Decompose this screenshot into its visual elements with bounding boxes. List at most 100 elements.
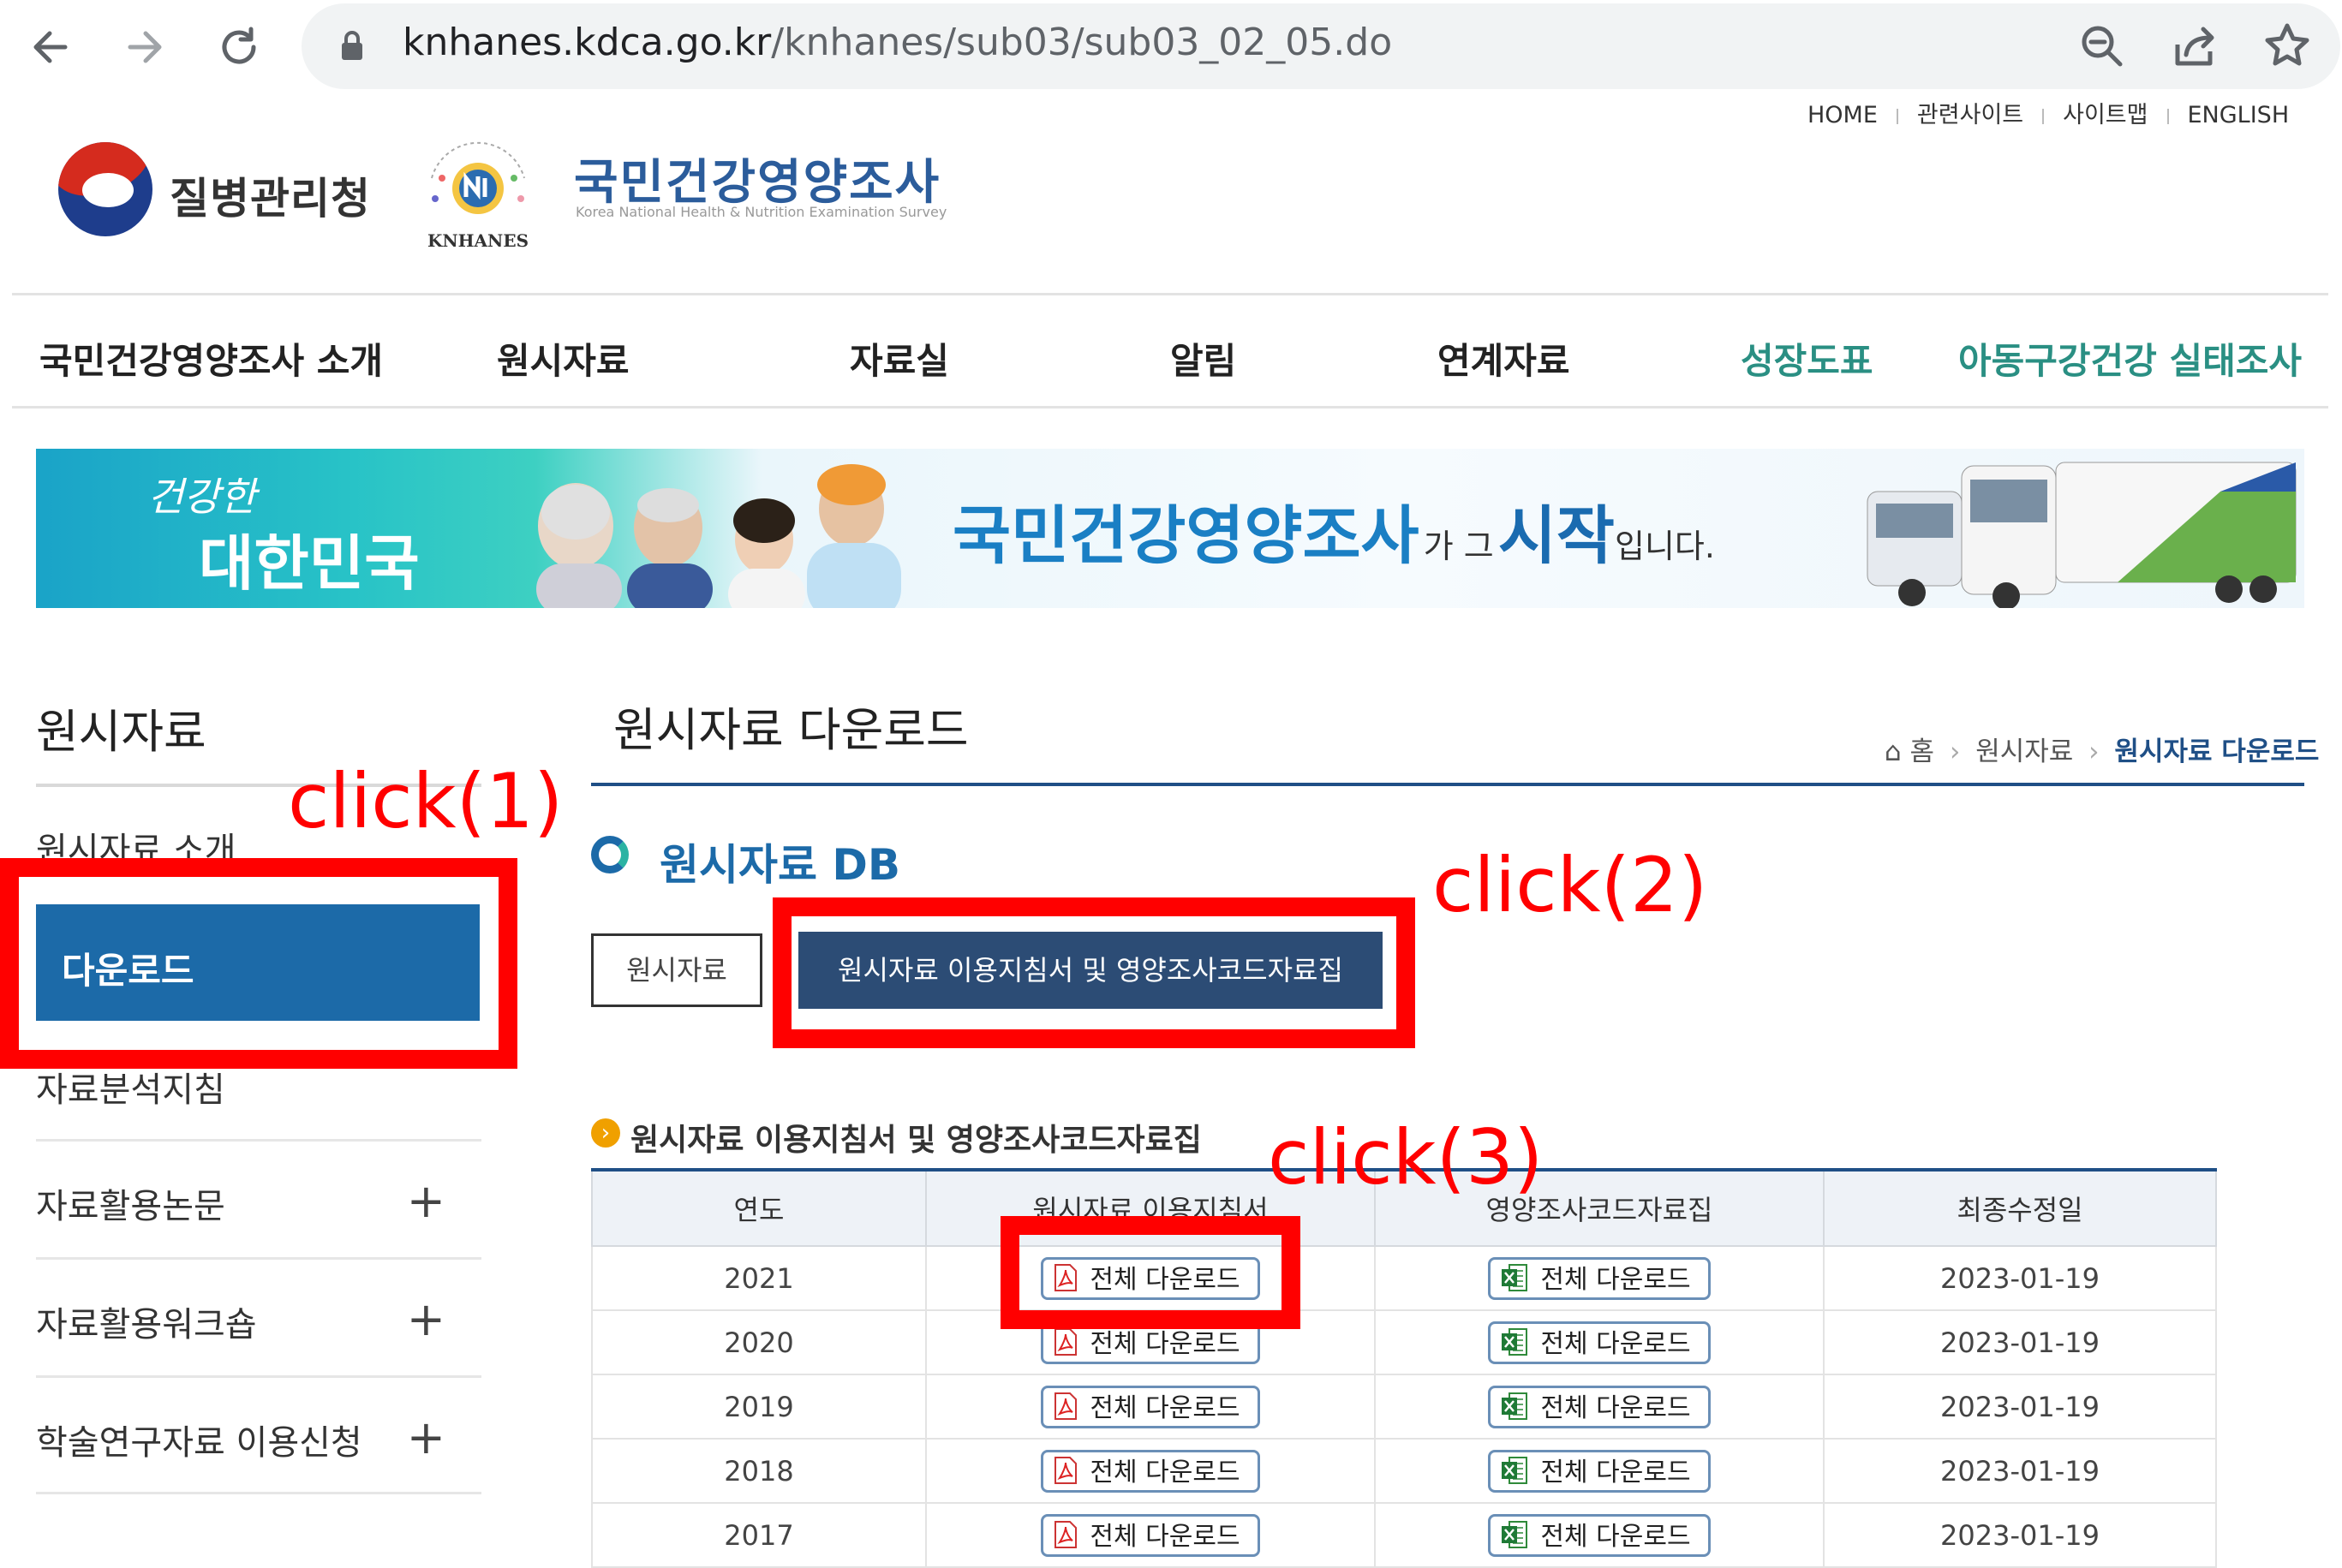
sidebar-item-label: 자료활용논문: [36, 1187, 225, 1226]
url-host: knhanes.kdca.go.kr: [403, 21, 772, 64]
download-codebook-button[interactable]: 전체 다운로드: [1488, 1321, 1711, 1364]
annotation-box-1: [0, 858, 517, 1069]
sidebar-item-label: 자료활용워크숍: [36, 1305, 257, 1344]
site-subtitle: Korea National Health & Nutrition Examin…: [576, 204, 947, 220]
expand-plus-icon[interactable]: +: [407, 1297, 445, 1343]
star-icon[interactable]: [2261, 21, 2313, 75]
download-button-label: 전체 다운로드: [1540, 1328, 1691, 1359]
pdf-file-icon: [1054, 1328, 1078, 1356]
sidebar-item-analysis-guide[interactable]: 자료분석지침: [36, 1062, 481, 1112]
cell-user-guide: 전체 다운로드: [925, 1502, 1376, 1568]
banner-main-big-1: 국민건강영양조사: [953, 499, 1419, 573]
banner-main-big-2: 시작: [1497, 499, 1615, 573]
download-table: 연도 원시자료 이용지침서 영양조사코드자료집 최종수정일 2021 전체 다운로…: [591, 1168, 2217, 1568]
gnb-item-about[interactable]: 국민건강영양조사 소개: [39, 332, 383, 385]
sidebar-title: 원시자료: [36, 705, 206, 759]
kdca-logo-icon[interactable]: [58, 142, 152, 236]
section-ring-icon: [591, 836, 629, 873]
cell-codebook: 전체 다운로드: [1374, 1374, 1825, 1440]
download-user-guide-button[interactable]: 전체 다운로드: [1041, 1513, 1260, 1557]
gnb-item-notice[interactable]: 알림: [1170, 332, 1236, 385]
content-title-divider: [591, 783, 2304, 786]
share-icon[interactable]: [2171, 22, 2219, 74]
util-home-link[interactable]: HOME: [1807, 102, 1878, 128]
reload-icon[interactable]: [211, 19, 267, 75]
util-related-sites-link[interactable]: 관련사이트: [1917, 96, 2023, 129]
knhanes-emblem-icon[interactable]: KNHANES: [409, 127, 547, 255]
utility-links: HOME 관련사이트 사이트맵 ENGLISH: [1807, 96, 2289, 130]
cell-year: 2018: [591, 1438, 927, 1504]
url-text[interactable]: knhanes.kdca.go.kr/knhanes/sub03/sub03_0…: [403, 21, 1392, 64]
download-button-label: 전체 다운로드: [1090, 1392, 1240, 1423]
download-button-label: 전체 다운로드: [1540, 1521, 1691, 1552]
gnb-item-raw-data[interactable]: 원시자료: [497, 332, 630, 385]
tab-raw-data[interactable]: 원시자료: [591, 933, 762, 1007]
download-button-label: 전체 다운로드: [1540, 1264, 1691, 1295]
page-title: 원시자료 다운로드: [613, 703, 969, 757]
excel-file-icon: [1502, 1264, 1528, 1291]
cell-year: 2021: [591, 1245, 927, 1311]
banner-main-small-1: 가 그: [1423, 528, 1494, 565]
util-sitemap-link[interactable]: 사이트맵: [2063, 96, 2148, 129]
sidebar-divider: [36, 1492, 481, 1494]
url-path: /knhanes/sub03/sub03_02_05.do: [771, 21, 1393, 64]
annotation-label-3: click(3): [1268, 1113, 1544, 1201]
breadcrumb-home[interactable]: 홈: [1910, 736, 1935, 767]
cell-last-modified: 2023-01-19: [1823, 1502, 2217, 1568]
subsection-title: 원시자료 이용지침서 및 영양조사코드자료집: [630, 1123, 1202, 1158]
cell-user-guide: 전체 다운로드: [925, 1438, 1376, 1504]
banner-message: 국민건강영양조사 가 그 시작입니다.: [953, 485, 1715, 576]
expand-plus-icon[interactable]: +: [407, 1178, 445, 1225]
survey-truck-image: [1861, 457, 2304, 608]
download-user-guide-button[interactable]: 전체 다운로드: [1041, 1385, 1260, 1428]
download-codebook-button[interactable]: 전체 다운로드: [1488, 1449, 1711, 1493]
cell-last-modified: 2023-01-19: [1823, 1438, 2217, 1504]
col-header-last-modified: 최종수정일: [1823, 1169, 2217, 1247]
cell-last-modified: 2023-01-19: [1823, 1374, 2217, 1440]
util-english-link[interactable]: ENGLISH: [2188, 102, 2290, 128]
breadcrumb-raw-data[interactable]: 원시자료: [1975, 736, 2073, 767]
svg-text:KNHANES: KNHANES: [427, 230, 529, 251]
download-button-label: 전체 다운로드: [1090, 1328, 1240, 1359]
gnb-top-border: [12, 293, 2328, 295]
banner-slogan-small: 건강한: [147, 474, 256, 520]
gnb-item-growth-chart[interactable]: 성장도표: [1741, 332, 1873, 385]
cell-codebook: 전체 다운로드: [1374, 1502, 1825, 1568]
sidebar-item-papers[interactable]: 자료활용논문 +: [36, 1178, 481, 1228]
download-codebook-button[interactable]: 전체 다운로드: [1488, 1385, 1711, 1428]
download-codebook-button[interactable]: 전체 다운로드: [1488, 1513, 1711, 1557]
download-codebook-button[interactable]: 전체 다운로드: [1488, 1256, 1711, 1300]
sidebar-divider: [36, 1139, 481, 1142]
cell-codebook: 전체 다운로드: [1374, 1438, 1825, 1504]
back-icon[interactable]: [22, 19, 79, 75]
lock-icon[interactable]: [339, 29, 365, 67]
cell-last-modified: 2023-01-19: [1823, 1309, 2217, 1375]
util-divider: [1896, 108, 1898, 124]
family-photo-image: [516, 457, 918, 608]
cell-codebook: 전체 다운로드: [1374, 1245, 1825, 1311]
breadcrumb-current: 원시자료 다운로드: [2114, 736, 2320, 767]
cell-codebook: 전체 다운로드: [1374, 1309, 1825, 1375]
gnb-item-child-oral-health[interactable]: 아동구강건강 실태조사: [1958, 332, 2302, 385]
chevron-right-icon: ›: [591, 1118, 620, 1148]
agency-name[interactable]: 질병관리청: [170, 164, 371, 226]
col-header-year: 연도: [591, 1169, 927, 1247]
excel-file-icon: [1502, 1392, 1528, 1420]
download-button-label: 전체 다운로드: [1540, 1392, 1691, 1423]
zoom-icon[interactable]: [2078, 22, 2126, 74]
download-user-guide-button[interactable]: 전체 다운로드: [1041, 1449, 1260, 1493]
download-button-label: 전체 다운로드: [1090, 1457, 1240, 1488]
sidebar-item-research-request[interactable]: 학술연구자료 이용신청 +: [36, 1415, 481, 1464]
forward-icon[interactable]: [117, 19, 173, 75]
gnb-item-linked-data[interactable]: 연계자료: [1437, 332, 1570, 385]
util-divider: [2042, 108, 2045, 124]
pdf-file-icon: [1054, 1392, 1078, 1420]
sidebar-item-workshop[interactable]: 자료활용워크숍 +: [36, 1297, 481, 1346]
expand-plus-icon[interactable]: +: [407, 1415, 445, 1461]
cell-year: 2017: [591, 1502, 927, 1568]
gnb-item-library[interactable]: 자료실: [850, 332, 949, 385]
home-icon[interactable]: ⌂: [1885, 736, 1902, 767]
section-title: 원시자료 DB: [660, 840, 901, 890]
table-row: 2021 전체 다운로드 전체 다운로드 2023-01-19: [591, 1245, 2217, 1311]
site-title[interactable]: 국민건강영양조사: [574, 144, 941, 213]
